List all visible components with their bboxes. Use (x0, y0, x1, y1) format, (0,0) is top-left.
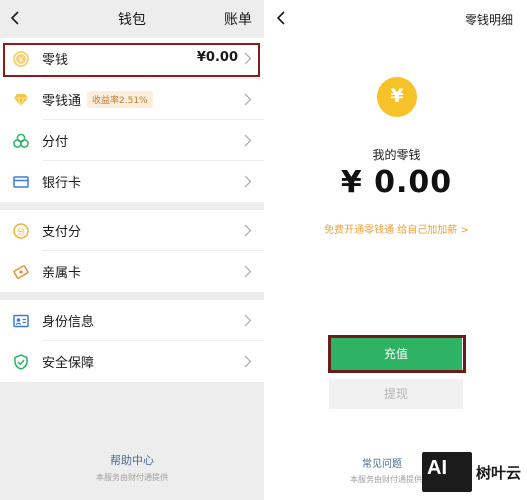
watermark-ai-text: AI (427, 457, 447, 479)
row-bank-card-label: 银行卡 (42, 176, 82, 191)
row-fenfu-label: 分付 (42, 135, 69, 150)
svg-text:¥: ¥ (19, 56, 24, 64)
chevron-right-icon (244, 355, 252, 368)
diamond-icon (14, 93, 28, 107)
shield-icon (14, 353, 28, 370)
row-change[interactable]: ¥ 零钱 ¥0.00 (0, 38, 264, 79)
chevron-right-icon (244, 93, 252, 106)
service-provider-note: 本服务由财付通提供 (96, 473, 168, 482)
pay-score-icon: 分 (13, 222, 29, 239)
chevron-right-icon (244, 224, 252, 237)
row-id-info-label: 身份信息 (42, 315, 95, 330)
faq-link[interactable]: 常见问题 (362, 455, 402, 470)
coin-icon: ¥ (13, 50, 29, 67)
bill-link[interactable]: 账单 (224, 9, 252, 29)
wallet-group-3: 身份信息 安全保障 (0, 300, 264, 382)
row-family-card-label: 亲属卡 (42, 266, 82, 281)
bank-card-icon (13, 175, 29, 188)
wallet-navbar: 钱包 账单 (0, 0, 264, 38)
id-card-icon (13, 314, 29, 327)
fenfu-icon (13, 133, 29, 148)
row-fenfu[interactable]: 分付 (0, 120, 264, 161)
family-card-icon (13, 264, 29, 279)
yield-badge: 收益率2.51% (87, 91, 153, 108)
service-provider-note: 本服务由财付通提供 (350, 475, 422, 484)
balance-amount: ¥ 0.00 (340, 165, 453, 200)
chevron-right-icon (244, 265, 252, 278)
row-security-label: 安全保障 (42, 356, 95, 371)
withdraw-button[interactable]: 提现 (329, 379, 463, 409)
back-icon[interactable] (272, 8, 292, 28)
wallet-group-2: 分 支付分 亲属卡 (0, 210, 264, 292)
recharge-button[interactable]: 充值 (330, 338, 462, 370)
row-family-card[interactable]: 亲属卡 (0, 251, 264, 292)
row-pay-score[interactable]: 分 支付分 (0, 210, 264, 251)
yuan-symbol: ¥ (390, 85, 404, 107)
svg-text:分: 分 (17, 227, 25, 236)
wallet-screen: 钱包 账单 ¥ 零钱 ¥0.00 零钱通 收益率2.51% 分付 银行卡 分 支… (0, 0, 264, 500)
yuan-coin-icon: ¥ (377, 77, 417, 117)
watermark-logo: AI 树叶云 (422, 452, 527, 492)
watermark-box: AI (422, 452, 472, 492)
change-screen: 零钱明细 ¥ 我的零钱 ¥ 0.00 免费开通零钱通 给自己加加薪 > 充值 提… (266, 0, 527, 500)
row-security[interactable]: 安全保障 (0, 341, 264, 382)
row-lingqiantong[interactable]: 零钱通 收益率2.51% (0, 79, 264, 120)
watermark-brand: 树叶云 (476, 464, 522, 482)
row-change-label: 零钱 (42, 53, 69, 68)
chevron-right-icon (244, 314, 252, 327)
row-change-value: ¥0.00 (196, 50, 238, 65)
change-details-link[interactable]: 零钱明细 (465, 11, 513, 28)
row-bank-card[interactable]: 银行卡 (0, 161, 264, 202)
row-id-info[interactable]: 身份信息 (0, 300, 264, 341)
row-pay-score-label: 支付分 (42, 225, 82, 240)
promo-link[interactable]: 免费开通零钱通 给自己加加薪 > (266, 221, 527, 236)
chevron-right-icon (244, 134, 252, 147)
help-center-link[interactable]: 帮助中心 (0, 452, 264, 468)
chevron-right-icon (244, 175, 252, 188)
chevron-right-icon (244, 52, 252, 65)
row-lingqiantong-label: 零钱通 (42, 94, 82, 109)
wallet-group-1: ¥ 零钱 ¥0.00 零钱通 收益率2.51% 分付 银行卡 (0, 38, 264, 202)
my-change-label: 我的零钱 (372, 148, 421, 162)
